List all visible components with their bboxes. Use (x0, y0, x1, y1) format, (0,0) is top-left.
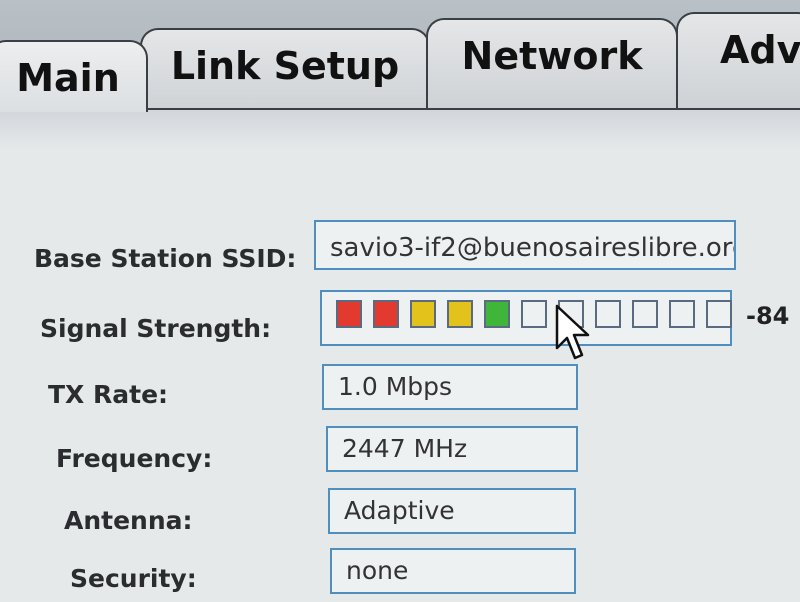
tab-link-setup[interactable]: Link Setup (140, 28, 430, 112)
mouse-pointer-icon (555, 304, 590, 360)
ssid-label: Base Station SSID: (34, 244, 297, 273)
security-field: none (330, 548, 576, 594)
tab-advanced-label: Adva (720, 28, 800, 72)
signal-segment-empty (669, 300, 695, 328)
signal-strength-label: Signal Strength: (40, 314, 272, 343)
signal-segment-empty (632, 300, 658, 328)
signal-segment-lit (336, 300, 362, 328)
panel-shade (0, 110, 800, 150)
frequency-label: Frequency: (56, 444, 213, 473)
antenna-field: Adaptive (328, 488, 576, 534)
tab-network-label: Network (461, 34, 643, 78)
tx-rate-field: 1.0 Mbps (322, 364, 578, 410)
tab-network[interactable]: Network (426, 18, 678, 108)
signal-segment-lit (373, 300, 399, 328)
signal-segment-lit (484, 300, 510, 328)
antenna-label: Antenna: (64, 506, 193, 535)
signal-strength-value: -84 (746, 302, 790, 330)
tab-advanced[interactable]: Adva (676, 12, 800, 108)
security-label: Security: (70, 564, 197, 593)
frequency-field: 2447 MHz (326, 426, 578, 472)
signal-segment-empty (706, 300, 732, 328)
signal-segment-empty (595, 300, 621, 328)
signal-segment-lit (410, 300, 436, 328)
ssid-field[interactable]: savio3-if2@buenosaireslibre.org (314, 220, 736, 270)
signal-segment-empty (521, 300, 547, 328)
signal-strength-meter (320, 290, 732, 346)
tab-bar: Main Link Setup Network Adva (0, 0, 800, 118)
signal-segment-lit (447, 300, 473, 328)
tab-main-label: Main (16, 56, 120, 100)
tab-main[interactable]: Main (0, 40, 148, 112)
tab-link-setup-label: Link Setup (170, 44, 400, 88)
tx-rate-label: TX Rate: (48, 380, 169, 409)
